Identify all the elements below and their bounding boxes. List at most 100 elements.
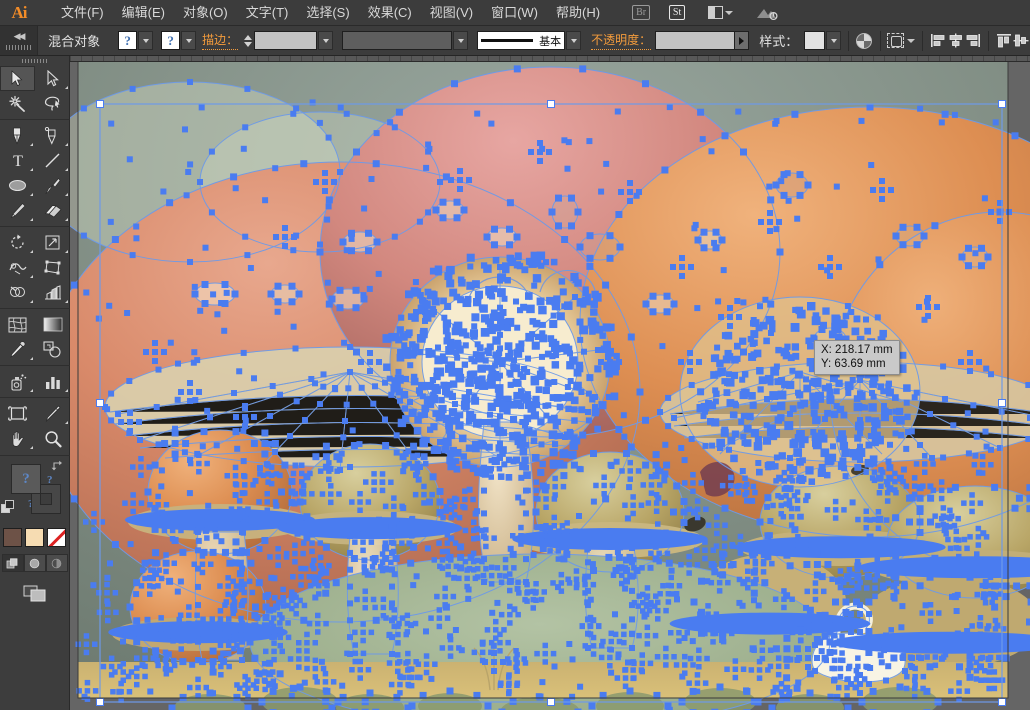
opacity-label[interactable]: 不透明度：: [591, 31, 651, 50]
variable-width-dropdown-arrow[interactable]: [453, 31, 468, 50]
fill-color-control[interactable]: ?: [118, 31, 153, 50]
stock-icon[interactable]: St: [664, 4, 690, 22]
coordinate-y: Y: 63.69 mm: [821, 357, 893, 371]
brush-definition-control[interactable]: 基本: [477, 31, 581, 50]
artwork-mushrooms[interactable]: [70, 62, 1030, 710]
align-right-icon[interactable]: [964, 31, 981, 51]
free-transform-tool[interactable]: [35, 255, 70, 280]
menu-bar: Ai 文件(F) 编辑(E) 对象(O) 文字(T) 选择(S) 效果(C) 视…: [0, 0, 1030, 26]
tools-panel-gripper[interactable]: [0, 56, 70, 66]
align-left-icon[interactable]: [930, 31, 947, 51]
ellipse-tool[interactable]: [0, 173, 35, 198]
default-fill-stroke-icon[interactable]: [1, 500, 16, 515]
opacity-control[interactable]: [655, 31, 749, 50]
menu-effect[interactable]: 效果(C): [359, 0, 421, 26]
tools-grid: T: [0, 66, 70, 451]
gradient-button[interactable]: [25, 528, 44, 547]
collapse-panel-icon[interactable]: ◀◀: [0, 26, 38, 55]
mesh-tool[interactable]: [0, 312, 35, 337]
magic-wand-tool[interactable]: [0, 91, 35, 116]
curvature-tool[interactable]: [35, 123, 70, 148]
pencil-tool[interactable]: [0, 198, 35, 223]
graphic-style-control[interactable]: [804, 31, 841, 50]
change-screen-mode-icon[interactable]: [0, 584, 69, 603]
direct-selection-tool[interactable]: [35, 66, 70, 91]
bridge-label: Br: [632, 5, 650, 20]
stroke-weight-input[interactable]: [254, 31, 317, 50]
column-graph-tool[interactable]: [35, 369, 70, 394]
variable-width-input[interactable]: [342, 31, 452, 50]
swap-fill-stroke-icon[interactable]: [51, 460, 65, 472]
stroke-weight-control[interactable]: [242, 31, 333, 50]
fill-dropdown-arrow[interactable]: [138, 31, 153, 50]
rotate-tool[interactable]: [0, 230, 35, 255]
fill-swatch[interactable]: ?: [118, 31, 137, 50]
menu-type[interactable]: 文字(T): [237, 0, 298, 26]
eraser-tool[interactable]: [35, 198, 70, 223]
menu-file[interactable]: 文件(F): [52, 0, 113, 26]
draw-inside-mode-icon[interactable]: [46, 554, 68, 572]
opacity-dropdown-arrow[interactable]: [735, 31, 749, 50]
stroke-swatch[interactable]: ?: [161, 31, 180, 50]
align-horizontal-center-icon[interactable]: [947, 31, 964, 51]
eyedropper-tool[interactable]: [0, 337, 35, 362]
gradient-tool[interactable]: [35, 312, 70, 337]
tools-panel: T ? ?: [0, 56, 70, 710]
type-tool[interactable]: T: [0, 148, 35, 173]
menu-help[interactable]: 帮助(H): [547, 0, 609, 26]
style-label: 样式：: [749, 31, 804, 50]
drawing-modes-row: [0, 554, 69, 572]
workspace-switcher-icon[interactable]: [750, 4, 784, 22]
zoom-tool[interactable]: [35, 426, 70, 451]
align-vertical-center-icon[interactable]: [1013, 31, 1030, 51]
menu-object[interactable]: 对象(O): [174, 0, 237, 26]
variable-width-profile-control[interactable]: [342, 31, 468, 50]
none-button[interactable]: [47, 528, 66, 547]
bridge-icon[interactable]: Br: [628, 4, 654, 22]
stroke-color-control[interactable]: ?: [161, 31, 196, 50]
selection-tool[interactable]: [0, 66, 35, 91]
lasso-tool[interactable]: [35, 91, 70, 116]
fill-color-box[interactable]: ?: [11, 464, 41, 494]
stroke-weight-dropdown-arrow[interactable]: [318, 31, 333, 50]
pen-tool[interactable]: [0, 123, 35, 148]
stroke-dropdown-arrow[interactable]: [181, 31, 196, 50]
slice-tool[interactable]: [35, 401, 70, 426]
draw-normal-mode-icon[interactable]: [2, 554, 24, 572]
stroke-label[interactable]: 描边：: [202, 31, 238, 50]
menu-select[interactable]: 选择(S): [297, 0, 358, 26]
transform-panel-icon[interactable]: [887, 31, 915, 51]
width-tool[interactable]: [0, 255, 35, 280]
symbol-sprayer-tool[interactable]: [0, 369, 35, 394]
menu-window[interactable]: 窗口(W): [482, 0, 547, 26]
selection-type-label: 混合对象: [38, 31, 110, 50]
stroke-weight-spinner[interactable]: [242, 31, 253, 50]
align-top-icon[interactable]: [996, 31, 1013, 51]
smart-guide-coordinates-tooltip: X: 218.17 mm Y: 63.69 mm: [814, 340, 900, 375]
blend-tool[interactable]: [35, 337, 70, 362]
menu-edit[interactable]: 编辑(E): [113, 0, 174, 26]
coordinate-x: X: 218.17 mm: [821, 343, 893, 357]
shape-builder-tool[interactable]: [0, 280, 35, 305]
paintbrush-tool[interactable]: [35, 173, 70, 198]
opacity-mask-icon[interactable]: [856, 31, 873, 51]
color-button[interactable]: [3, 528, 22, 547]
brush-definition-dropdown-arrow[interactable]: [566, 31, 581, 50]
opacity-input[interactable]: [655, 31, 735, 50]
hand-tool[interactable]: [0, 426, 35, 451]
graphic-style-dropdown-arrow[interactable]: [826, 31, 841, 50]
line-segment-tool[interactable]: [35, 148, 70, 173]
scale-tool[interactable]: [35, 230, 70, 255]
perspective-grid-tool[interactable]: [35, 280, 70, 305]
illustrator-window: Ai 文件(F) 编辑(E) 对象(O) 文字(T) 选择(S) 效果(C) 视…: [0, 0, 1030, 710]
arrange-documents-icon[interactable]: [700, 4, 740, 22]
draw-behind-mode-icon[interactable]: [24, 554, 46, 572]
artboard-tool[interactable]: [0, 401, 35, 426]
color-mode-row: [0, 528, 69, 547]
brush-definition-preview[interactable]: 基本: [477, 31, 565, 50]
svg-text:T: T: [13, 153, 23, 169]
brush-stroke-preview-icon: [481, 39, 533, 42]
menu-view[interactable]: 视图(V): [421, 0, 482, 26]
graphic-style-swatch[interactable]: [804, 31, 825, 50]
document-canvas[interactable]: X: 218.17 mm Y: 63.69 mm: [70, 62, 1030, 710]
